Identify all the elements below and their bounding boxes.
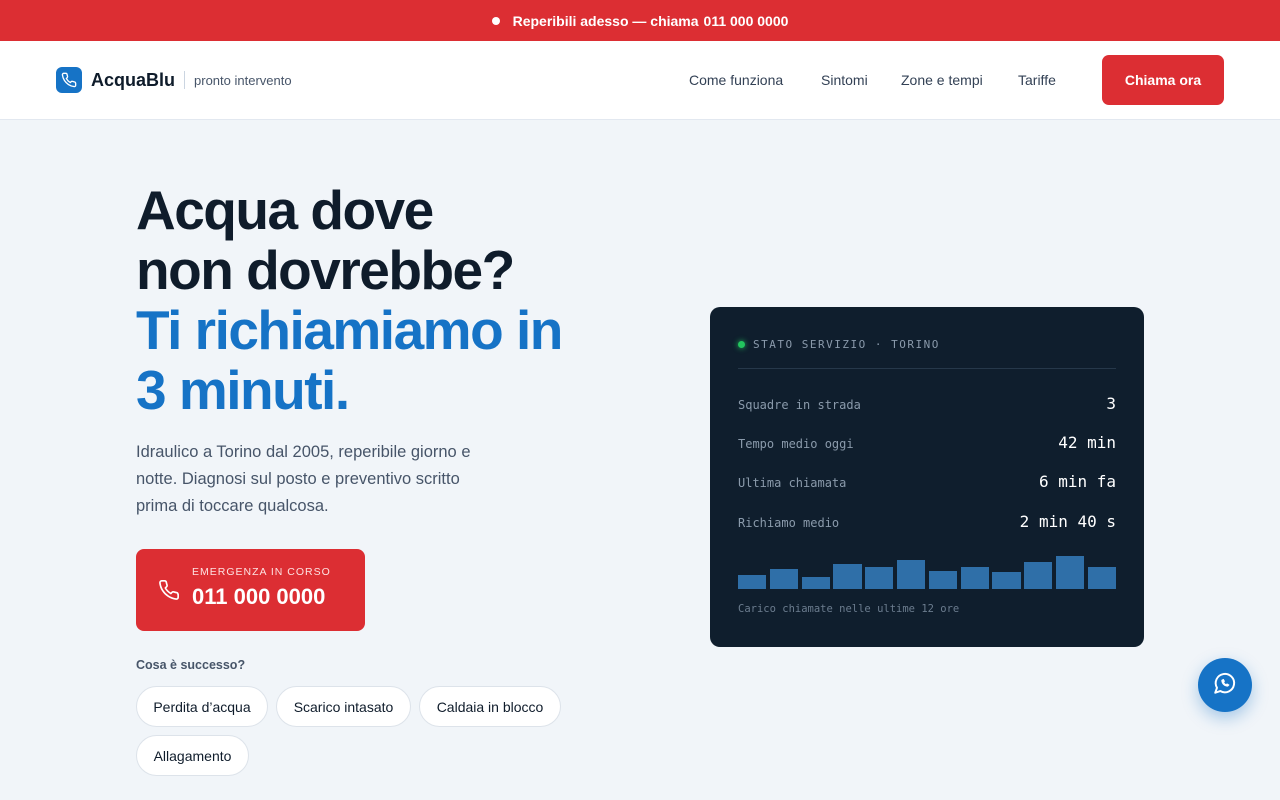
issue-question: Cosa è successo?: [136, 658, 246, 672]
headline-accent-line: Ti richiamiamo in: [136, 299, 563, 361]
issue-chip-caldaia[interactable]: Caldaia in blocco: [419, 686, 561, 727]
status-header: STATO SERVIZIO · TORINO: [738, 338, 940, 351]
headline-accent-line: 3 minuti.: [136, 359, 350, 421]
brand-divider: [184, 71, 186, 89]
phone-icon: [158, 579, 180, 606]
emergency-call-button[interactable]: EMERGENZA IN CORSO 011 000 0000: [136, 549, 365, 631]
load-bar: [1055, 555, 1085, 589]
load-bar: [1024, 562, 1053, 589]
nav-link-tariffe[interactable]: Tariffe: [1018, 72, 1056, 88]
stat-label: Tempo medio oggi: [738, 437, 854, 451]
emergency-label: EMERGENZA IN CORSO: [192, 566, 331, 578]
whatsapp-icon: [1212, 670, 1238, 701]
nav-link-sintomi[interactable]: Sintomi: [821, 72, 868, 88]
brand-name: AcquaBlu: [91, 69, 176, 90]
stat-value: 6 min fa: [1038, 472, 1116, 491]
site-header: AcquaBlu pronto intervento Come funziona…: [0, 41, 1280, 120]
issue-chip-perdita[interactable]: Perdita d’acqua: [136, 686, 268, 727]
announcement-phone[interactable]: 011 000 0000: [704, 13, 789, 29]
live-indicator-icon: [738, 341, 745, 348]
stat-value: 42 min: [1058, 433, 1116, 452]
stat-value: 3: [1106, 394, 1116, 413]
emergency-number: 011 000 0000: [192, 584, 326, 609]
announcement-text: Reperibili adesso — chiama: [512, 12, 699, 29]
call-load-sparkline: [738, 553, 1116, 589]
load-bar: [738, 574, 767, 589]
headline-line: Acqua dove: [136, 179, 434, 241]
stat-row: Tempo medio oggi 42 min: [738, 433, 1116, 452]
status-title: STATO SERVIZIO · TORINO: [753, 338, 940, 351]
bullet-icon: [491, 16, 500, 25]
brand-tagline: pronto intervento: [194, 72, 292, 88]
headline-line: non dovrebbe?: [136, 239, 515, 301]
load-bar: [896, 560, 926, 589]
hero-intro: Idraulico a Torino dal 2005, reperibile …: [136, 443, 471, 515]
stat-row: Squadre in strada 3: [738, 394, 1116, 413]
stat-row: Ultima chiamata 6 min fa: [738, 472, 1116, 491]
stat-value: 2 min 40 s: [1019, 512, 1116, 531]
load-bar: [928, 571, 958, 589]
load-bar: [960, 566, 989, 589]
issue-chip-scarico[interactable]: Scarico intasato: [276, 686, 411, 727]
load-bar: [801, 577, 830, 589]
nav-link-come-funziona[interactable]: Come funziona: [689, 72, 783, 88]
announcement-bar: Reperibili adesso — chiama 011 000 0000: [0, 0, 1280, 41]
panel-divider: [738, 368, 1116, 369]
issue-chip-allagamento[interactable]: Allagamento: [136, 735, 249, 776]
service-status-panel: STATO SERVIZIO · TORINO Squadre in strad…: [710, 307, 1144, 647]
stat-label: Ultima chiamata: [738, 476, 847, 490]
stat-row: Richiamo medio 2 min 40 s: [738, 512, 1116, 531]
sparkline-caption: Carico chiamate nelle ultime 12 ore: [738, 603, 960, 615]
load-bar: [769, 569, 799, 589]
phone-icon: [56, 67, 82, 93]
load-bar: [865, 566, 894, 589]
whatsapp-button[interactable]: [1198, 658, 1252, 712]
call-now-button[interactable]: Chiama ora: [1102, 55, 1224, 105]
load-bar: [833, 563, 862, 589]
nav-link-zone-e-tempi[interactable]: Zone e tempi: [901, 72, 983, 88]
stat-label: Richiamo medio: [738, 516, 840, 530]
hero-headline: Acqua dove non dovrebbe? Ti richiamiamo …: [136, 180, 656, 420]
stat-label: Squadre in strada: [738, 398, 861, 412]
load-bar: [1087, 567, 1116, 589]
load-bar: [992, 571, 1021, 589]
brand-logo[interactable]: AcquaBlu pronto intervento: [56, 67, 292, 93]
